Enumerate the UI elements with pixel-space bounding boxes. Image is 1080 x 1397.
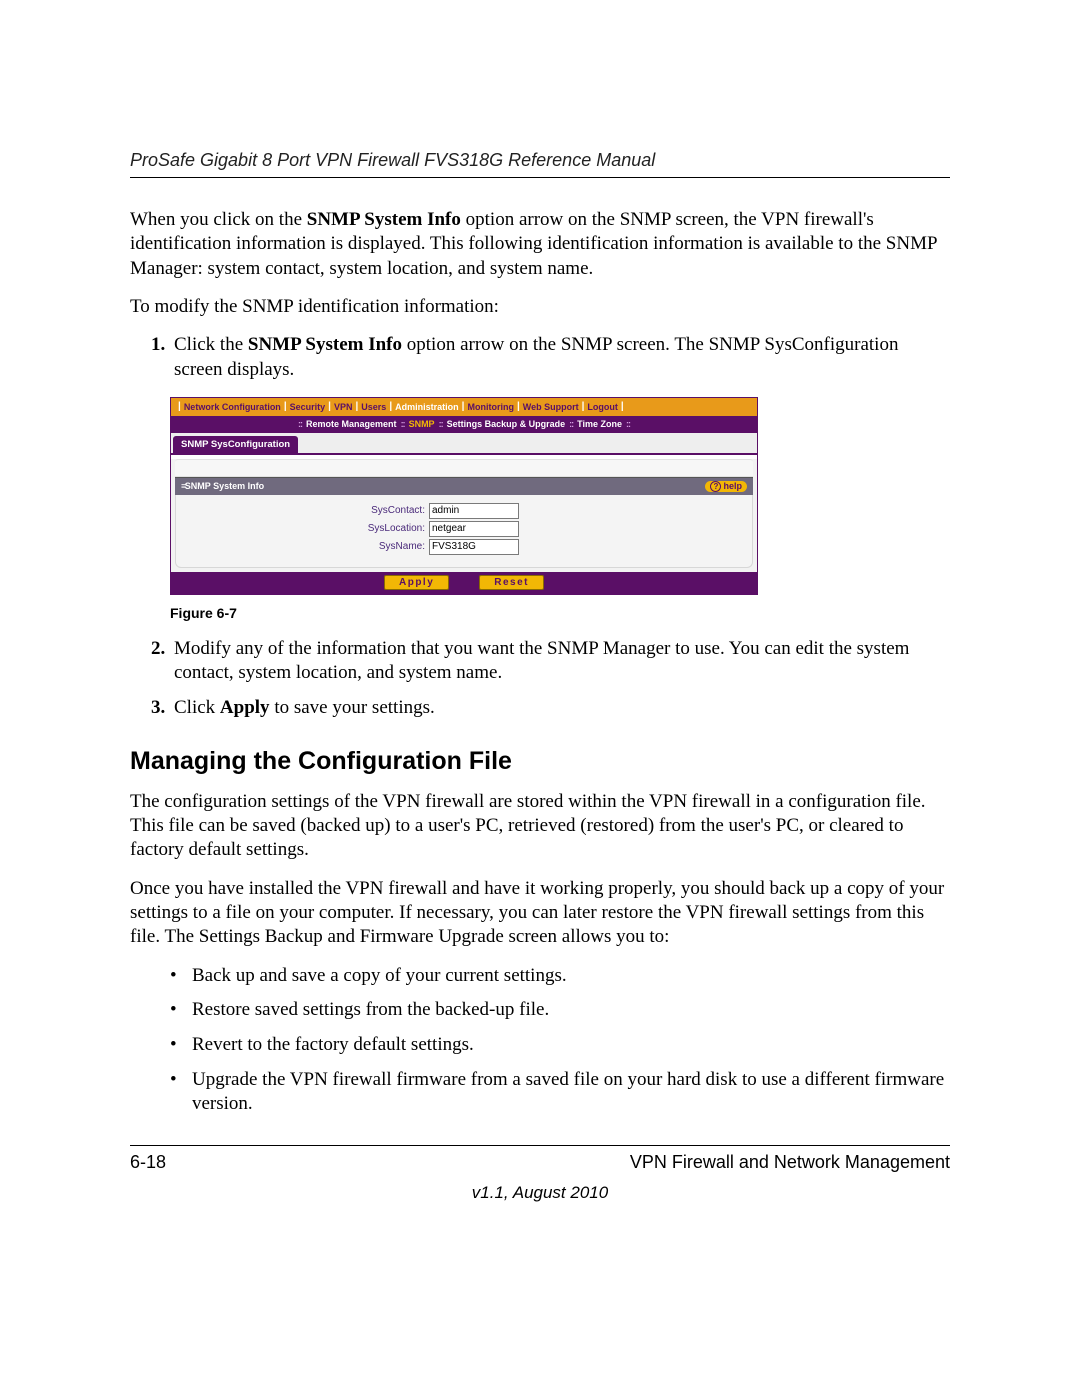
nav-separator: | <box>325 401 334 412</box>
text: to save your settings. <box>270 697 435 718</box>
bold-text: SNMP System Info <box>307 209 461 230</box>
bullets-list: Back up and save a copy of your current … <box>130 964 950 1117</box>
bullet-item: Restore saved settings from the backed-u… <box>192 998 950 1023</box>
figure-caption: Figure 6-7 <box>170 605 950 621</box>
figure-screenshot: | Network Configuration | Security | VPN… <box>170 397 950 595</box>
nav-separator: | <box>618 401 627 412</box>
form-area: SysContact: SysLocation: SysName: <box>175 495 753 568</box>
sysname-input[interactable] <box>429 539 519 555</box>
help-icon: ? <box>710 481 721 492</box>
section2-paragraph-2: Once you have installed the VPN firewall… <box>130 877 950 950</box>
text: When you click on the <box>130 209 307 230</box>
subnav-separator: :: <box>439 419 443 429</box>
topnav-vpn[interactable]: VPN <box>334 402 353 412</box>
page: ProSafe Gigabit 8 Port VPN Firewall FVS3… <box>0 0 1080 1397</box>
topnav-monitoring[interactable]: Monitoring <box>467 402 514 412</box>
topnav-administration[interactable]: Administration <box>395 402 459 412</box>
version-line: v1.1, August 2010 <box>130 1183 950 1203</box>
topnav-security[interactable]: Security <box>290 402 326 412</box>
section2-paragraph-1: The configuration settings of the VPN fi… <box>130 790 950 863</box>
subnav-separator: :: <box>569 419 573 429</box>
bullet-item: Revert to the factory default settings. <box>192 1033 950 1058</box>
text: SNMP System Info <box>185 481 264 491</box>
section-heading-managing-configuration-file: Managing the Configuration File <box>130 747 950 776</box>
row-syscontact: SysContact: <box>182 503 746 519</box>
topnav-web-support[interactable]: Web Support <box>523 402 579 412</box>
help-label: help <box>723 481 742 491</box>
syslocation-label: SysLocation: <box>185 523 425 534</box>
running-header: ProSafe Gigabit 8 Port VPN Firewall FVS3… <box>130 150 950 171</box>
bullet-item: Upgrade the VPN firewall firmware from a… <box>192 1068 950 1117</box>
step-2: Modify any of the information that you w… <box>170 637 950 686</box>
syscontact-input[interactable] <box>429 503 519 519</box>
reset-button[interactable]: Reset <box>479 575 544 590</box>
nav-separator: | <box>459 401 468 412</box>
page-number: 6-18 <box>130 1152 166 1173</box>
subnav-remote-management[interactable]: Remote Management <box>306 419 397 429</box>
subnav-time-zone[interactable]: Time Zone <box>577 419 622 429</box>
syscontact-label: SysContact: <box>185 505 425 516</box>
bold-text: Apply <box>220 697 270 718</box>
steps-list-top: Click the SNMP System Info option arrow … <box>130 333 950 382</box>
nav-separator: | <box>514 401 523 412</box>
help-button[interactable]: ?help <box>705 481 747 492</box>
panel-spacer <box>175 459 753 477</box>
text: Click <box>174 697 220 718</box>
intro-paragraph-1: When you click on the SNMP System Info o… <box>130 208 950 281</box>
button-row: Apply Reset <box>171 572 757 594</box>
topnav-users[interactable]: Users <box>361 402 386 412</box>
steps-list-bottom: Modify any of the information that you w… <box>130 637 950 721</box>
syslocation-input[interactable] <box>429 521 519 537</box>
page-footer: 6-18 VPN Firewall and Network Management <box>130 1152 950 1173</box>
subnav-separator: :: <box>401 419 405 429</box>
footer-rule <box>130 1145 950 1146</box>
ui-tab-row: SNMP SysConfiguration <box>171 433 757 455</box>
step-3: Click Apply to save your settings. <box>170 696 950 721</box>
sysname-label: SysName: <box>185 541 425 552</box>
subnav-separator: :: <box>626 419 630 429</box>
topnav-logout[interactable]: Logout <box>587 402 618 412</box>
ui-topnav: | Network Configuration | Security | VPN… <box>171 398 757 416</box>
nav-separator: | <box>281 401 290 412</box>
apply-button[interactable]: Apply <box>384 575 449 590</box>
header-rule <box>130 177 950 178</box>
row-sysname: SysName: <box>182 539 746 555</box>
text: Click the <box>174 334 248 355</box>
subnav-settings-backup-upgrade[interactable]: Settings Backup & Upgrade <box>447 419 566 429</box>
ui-panel: ≡ SNMP System Info ?help SysContact: Sys… <box>171 459 757 594</box>
chapter-title: VPN Firewall and Network Management <box>630 1152 950 1173</box>
nav-separator: | <box>175 401 184 412</box>
step-1: Click the SNMP System Info option arrow … <box>170 333 950 382</box>
bullet-item: Back up and save a copy of your current … <box>192 964 950 989</box>
ui-subnav: :: Remote Management :: SNMP :: Settings… <box>171 416 757 433</box>
tab-snmp-sysconfiguration[interactable]: SNMP SysConfiguration <box>173 436 298 453</box>
topnav-network-configuration[interactable]: Network Configuration <box>184 402 281 412</box>
nav-separator: | <box>386 401 395 412</box>
nav-separator: | <box>579 401 588 412</box>
bold-text: SNMP System Info <box>248 334 402 355</box>
nav-separator: | <box>352 401 361 412</box>
intro-paragraph-2: To modify the SNMP identification inform… <box>130 295 950 319</box>
subnav-separator: :: <box>298 419 302 429</box>
section-header-snmp-system-info: ≡ SNMP System Info ?help <box>175 477 753 495</box>
ui-window: | Network Configuration | Security | VPN… <box>170 397 758 595</box>
subnav-snmp[interactable]: SNMP <box>409 419 435 429</box>
row-syslocation: SysLocation: <box>182 521 746 537</box>
section-title-text: ≡ SNMP System Info <box>181 481 264 491</box>
